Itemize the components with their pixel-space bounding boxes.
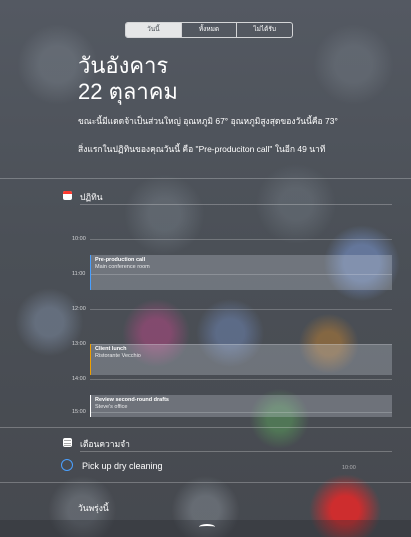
chevron-up-icon[interactable] [199,524,215,530]
event-location: Main conference room [95,264,150,270]
divider [80,204,392,205]
event-title: Client lunch [95,346,127,352]
weather-summary: ขณะนี้มีแดดจ้าเป็นส่วนใหญ่ อุณหภูมิ 67° … [78,116,338,126]
calendar-icon [63,191,72,200]
calendar-event[interactable]: Client lunch Ristorante Vecchio [90,344,392,375]
tab-all[interactable]: ทั้งหมด [180,23,237,37]
divider [0,427,411,428]
calendar-event[interactable]: Pre-production call Main conference room [90,255,392,290]
divider [80,451,392,452]
hour-line [90,379,392,380]
event-title: Review second-round drafts [95,397,169,403]
event-title: Pre-production call [95,257,146,263]
hour-line [90,309,392,310]
reminders-section-title[interactable]: เตือนความจำ [80,437,130,451]
date-label: 22 ตุลาคม [78,79,178,104]
divider [0,482,411,483]
reminder-time: 10:00 [342,465,356,471]
divider [0,178,411,179]
reminder-checkbox[interactable] [61,459,73,471]
tab-today[interactable]: วันนี้ [126,23,181,37]
tab-missed[interactable]: ไม่ได้รับ [236,23,292,37]
calendar-event[interactable]: Review second-round drafts Steve's offic… [90,395,392,417]
event-location: Ristorante Vecchio [95,353,141,359]
reminder-text[interactable]: Pick up dry cleaning [82,461,163,471]
tomorrow-section-title: วันพรุ่งนี้ [78,503,109,513]
view-segmented-control: วันนี้ ทั้งหมด ไม่ได้รับ [125,22,293,38]
calendar-section-title[interactable]: ปฏิทิน [80,190,103,204]
event-location: Steve's office [95,404,128,410]
hour-line [90,239,392,240]
reminders-icon [63,438,72,447]
first-event-summary: สิ่งแรกในปฏิทินของคุณวันนี้ คือ "Pre-pro… [78,144,326,154]
